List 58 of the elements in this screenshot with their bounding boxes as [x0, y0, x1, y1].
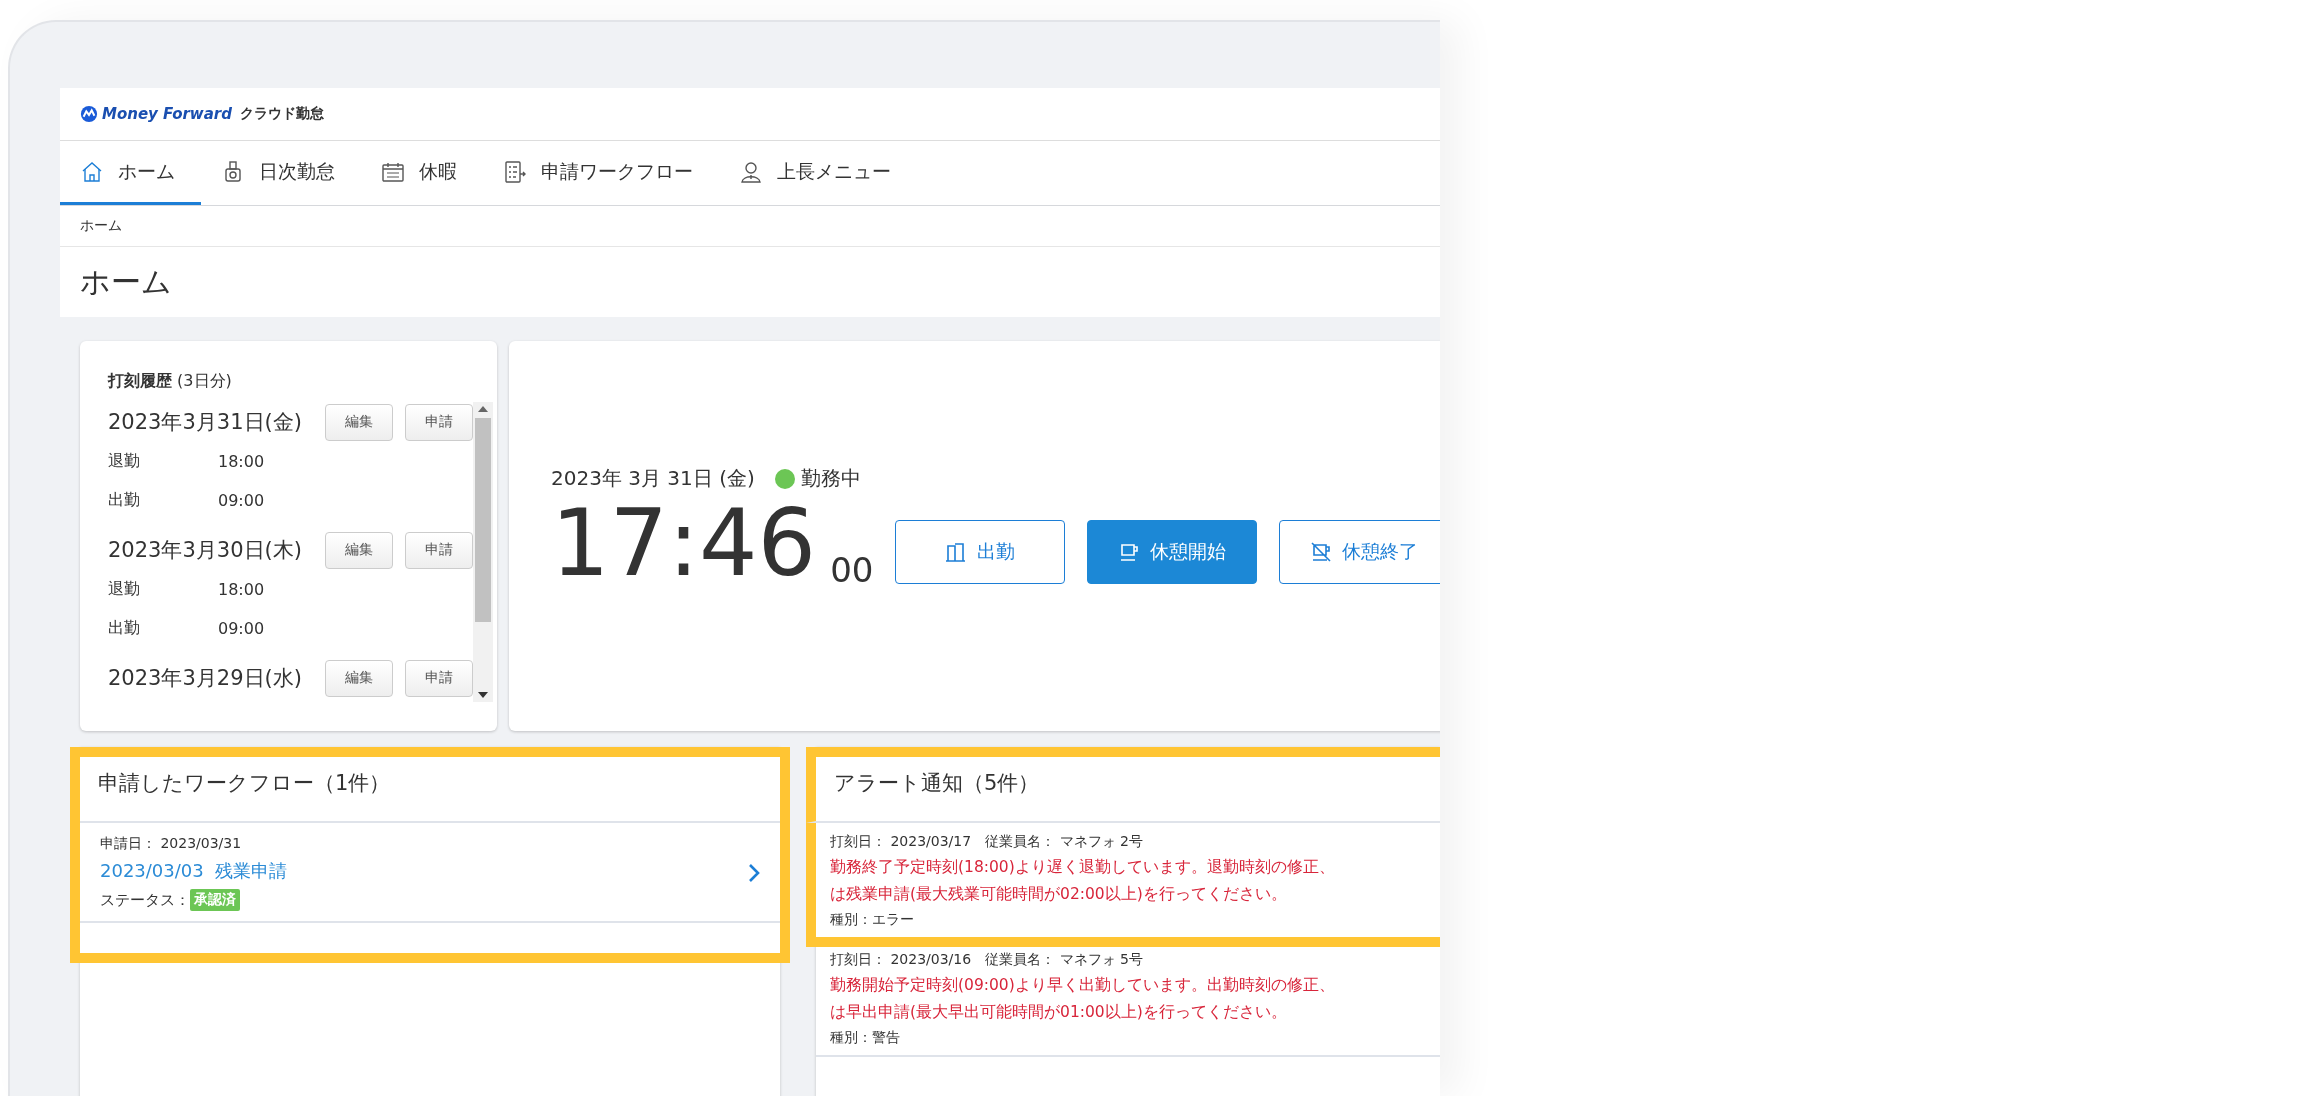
cup-icon [1118, 541, 1141, 563]
person-icon [739, 159, 763, 184]
logo: Money Forward クラウド勤怠 [80, 105, 324, 123]
alert-message: は早出申請(最大早出可能時間が01:00以上)を行ってください。 [830, 1002, 1288, 1023]
punch-action-button[interactable]: 編集 [325, 531, 393, 569]
punch-type: 出勤 [108, 490, 141, 511]
punch-time: 09:00 [218, 491, 265, 510]
alert-message: は残業申請(最大残業可能時間が02:00以上)を行ってください。 [830, 884, 1288, 905]
punch-button[interactable]: 出勤 [895, 520, 1066, 584]
scroll-up-icon[interactable] [478, 406, 488, 412]
work-status: 勤務中 [800, 465, 861, 492]
alert-message: 勤務開始予定時刻(09:00)より早く出勤しています。出勤時刻の修正、 [830, 975, 1336, 996]
request-date: 申請日： 2023/03/31 [100, 835, 243, 853]
punch-action-button[interactable]: 編集 [325, 403, 393, 441]
nav-tab[interactable]: 上長メニュー [719, 141, 917, 205]
punch-type: 出勤 [108, 618, 141, 639]
nav-tab[interactable]: 申請ワークフロー [483, 141, 719, 205]
clock-time: 17:46 [551, 498, 817, 590]
checklist-icon [503, 159, 527, 184]
status-dot-icon [774, 468, 795, 489]
panel-title: 申請したワークフロー（1件） [80, 757, 780, 823]
breadcrumb-link[interactable]: ホーム [80, 217, 146, 235]
punch-type: 退勤 [108, 579, 141, 600]
status-label: ステータス： [100, 890, 190, 910]
alert-meta: 打刻日： 2023/03/17 従業員名： マネフォ 2号 [830, 833, 1144, 851]
punch-button[interactable]: 休憩開始 [1087, 520, 1258, 584]
punch-action-button[interactable]: 申請 [405, 403, 473, 441]
workflow-item[interactable]: 申請日： 2023/03/31 2023/03/03 残業申請 ステータス： 承認済 [80, 823, 780, 923]
logo-icon [80, 105, 98, 123]
punch-button[interactable]: 休憩終了 [1279, 520, 1440, 584]
scrollbar[interactable] [473, 402, 493, 702]
punch-time: 09:00 [218, 619, 265, 638]
page-title: ホーム [80, 262, 172, 301]
punch-history-title: 打刻履歴 (3日分) [108, 371, 233, 392]
workflow-link[interactable]: 2023/03/03 残業申請 [100, 859, 288, 883]
punch-action-button[interactable]: 編集 [325, 659, 393, 697]
punch-date: 2023年3月29日(水) [108, 665, 303, 692]
alert-type: 種別：エラー [830, 911, 915, 929]
nav-tab[interactable]: 休暇 [361, 141, 483, 205]
punch-date: 2023年3月30日(木) [108, 537, 303, 564]
punch-time: 18:00 [218, 452, 265, 471]
alert-type: 種別：警告 [830, 1029, 901, 1047]
punch-type: 退勤 [108, 451, 141, 472]
clock-seconds: 00 [830, 550, 874, 590]
alert-message: 勤務終了予定時刻(18:00)より遅く退勤しています。退勤時刻の修正、 [830, 857, 1336, 878]
alert-meta: 打刻日： 2023/03/16 従業員名： マネフォ 5号 [830, 951, 1144, 969]
crossed-cup-icon [1310, 541, 1333, 563]
panel-title: アラート通知（5件） [806, 747, 1440, 823]
punch-action-button[interactable]: 申請 [405, 659, 473, 697]
nav-tab[interactable]: 日次勤怠 [201, 141, 361, 205]
punch-date: 2023年3月31日(金) [108, 409, 303, 436]
clock-date: 2023年 3月 31日 (金) [551, 465, 755, 492]
status-badge: 承認済 [190, 889, 240, 911]
scroll-down-icon[interactable] [478, 692, 488, 698]
punch-time: 18:00 [218, 580, 265, 599]
building-icon [945, 541, 968, 563]
chevron-right-icon [748, 863, 760, 883]
punch-action-button[interactable]: 申請 [405, 531, 473, 569]
